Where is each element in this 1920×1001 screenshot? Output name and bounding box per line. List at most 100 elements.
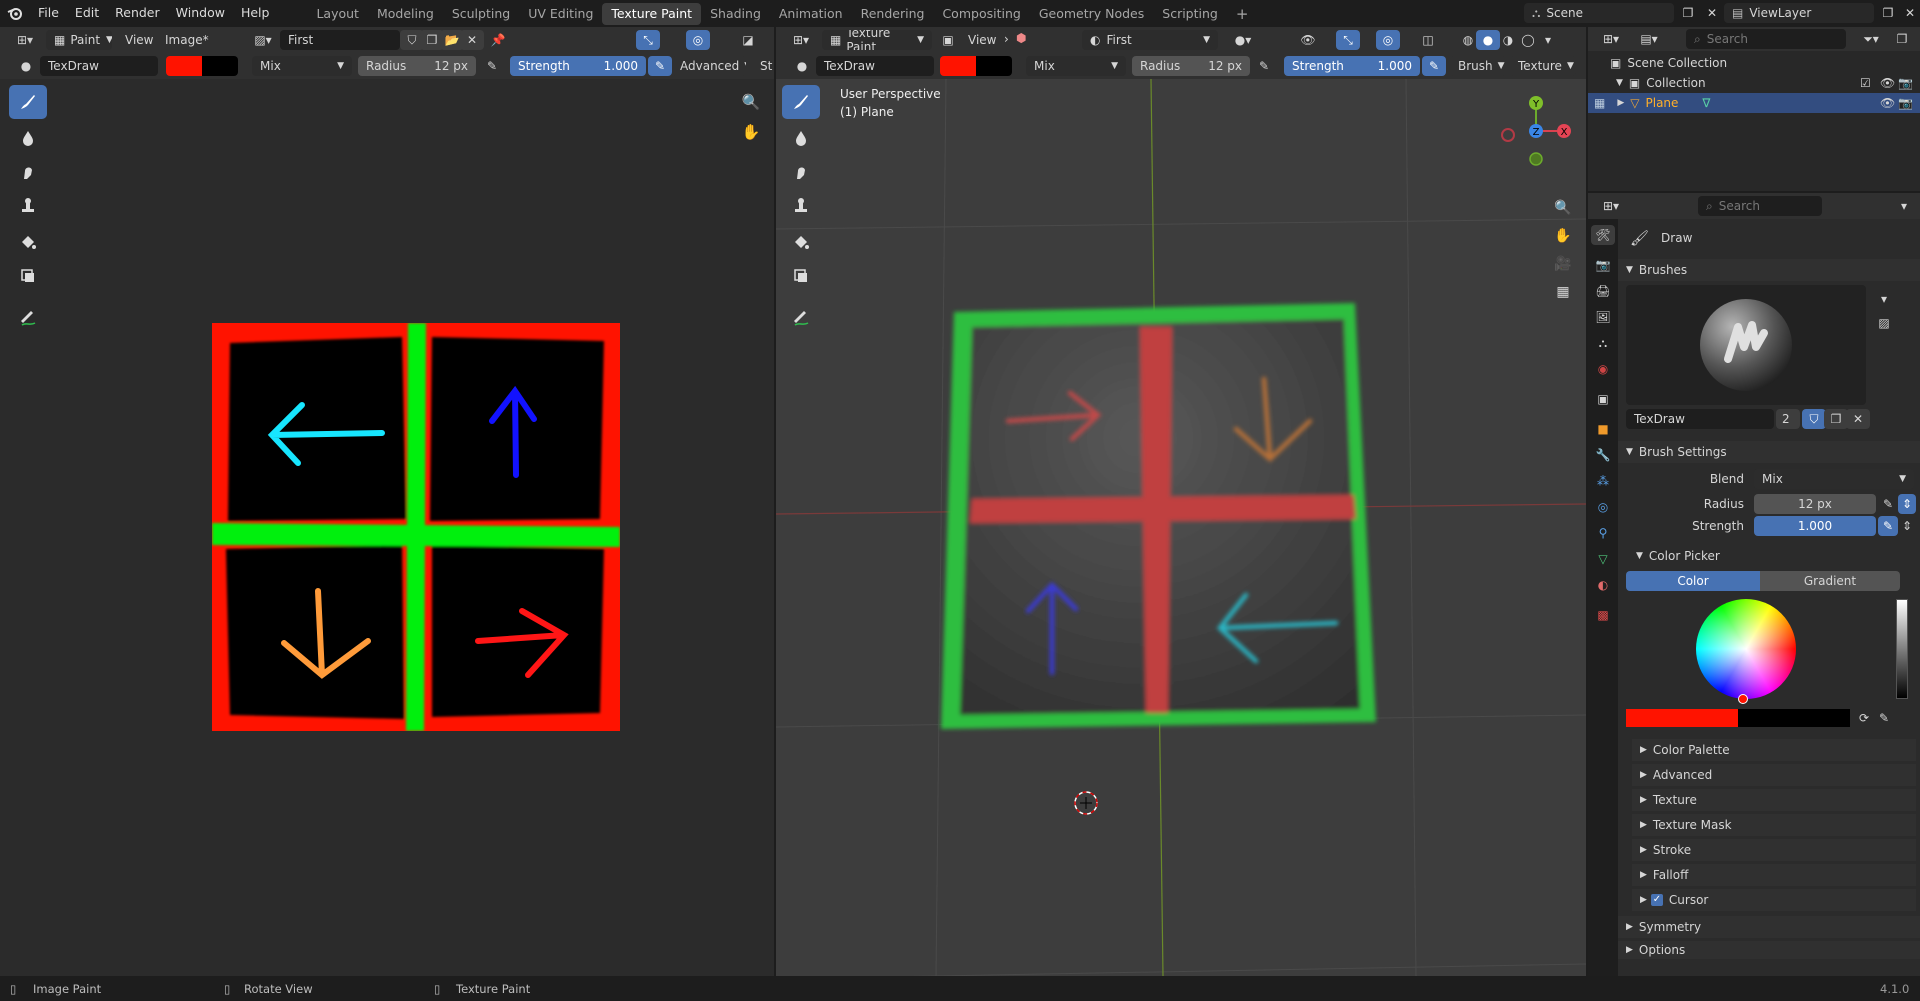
tab-tool-icon[interactable]: 🛠 (1591, 225, 1615, 245)
pan-hand-icon[interactable]: ✋ (738, 119, 764, 145)
properties-radius-unit-icon[interactable]: ⇕ (1898, 494, 1916, 514)
brush-duplicate-icon[interactable]: ❐ (1824, 409, 1848, 429)
gizmo-toggle-icon[interactable]: ⤡ (1336, 30, 1360, 50)
vp-tool-fill-button[interactable] (782, 225, 820, 259)
tab-shading[interactable]: Shading (701, 3, 770, 25)
brush-list-toggle-icon[interactable]: ▾ (1872, 289, 1896, 309)
brush-settings-panel-header[interactable]: ▼ Brush Settings (1618, 441, 1920, 463)
options-panel-header[interactable]: ▶ Options (1618, 941, 1920, 959)
tool-annotate-button[interactable] (9, 301, 47, 335)
menu-edit[interactable]: Edit (67, 0, 107, 26)
image-browse-icon[interactable]: ▨▾ (248, 30, 278, 50)
properties-strength-pressure-icon[interactable]: ✎ (1878, 516, 1898, 536)
tab-constraints-icon[interactable]: ⚲ (1591, 523, 1615, 543)
delete-scene-icon[interactable]: ✕ (1700, 3, 1724, 23)
color-wheel[interactable] (1696, 599, 1796, 704)
menu-file[interactable]: File (30, 0, 67, 26)
vp-tool-annotate-button[interactable] (782, 301, 820, 335)
menu-render[interactable]: Render (107, 0, 168, 26)
tab-collection-icon[interactable]: ▣ (1591, 389, 1615, 409)
image-strength-pressure-icon[interactable]: ✎ (648, 56, 672, 76)
plane-visibility-icon[interactable]: 👁 (1880, 96, 1895, 110)
overlays-toggle-icon[interactable]: ◎ (1376, 30, 1400, 50)
vp-tool-mask-button[interactable] (782, 259, 820, 293)
editor-type-icon[interactable]: ⊞▾ (8, 30, 42, 50)
vp-camera-icon[interactable]: 🎥 (1550, 251, 1576, 277)
tab-particles-icon[interactable]: ⁂ (1591, 471, 1615, 491)
tool-smear-button[interactable] (9, 155, 47, 189)
tab-output-icon[interactable]: 🖨 (1591, 281, 1615, 301)
texture-image[interactable] (212, 323, 620, 731)
cursor-checkbox-icon[interactable]: ✓ (1650, 894, 1663, 906)
image-stroke-cut-label[interactable]: St (760, 59, 772, 73)
properties-search-field[interactable]: ⌕ Search (1698, 196, 1822, 216)
uv-sync-icon[interactable]: ⤡ (636, 30, 660, 50)
image-radius-field[interactable]: Radius 12 px (358, 56, 476, 76)
tool-soften-button[interactable] (9, 121, 47, 155)
value-slider[interactable] (1896, 599, 1908, 699)
tab-sculpting[interactable]: Sculpting (443, 3, 519, 25)
tab-rendering[interactable]: Rendering (852, 3, 934, 25)
outliner-search-field[interactable]: ⌕ Search (1686, 29, 1846, 49)
unlink-image-icon[interactable]: ✕ (460, 30, 484, 50)
properties-blend-select[interactable]: Mix ▼ (1754, 469, 1914, 489)
image-radius-pressure-icon[interactable]: ✎ (480, 56, 504, 76)
image-name-field[interactable]: First (280, 30, 400, 50)
color-picker-panel-header[interactable]: ▼ Color Picker (1618, 545, 1920, 567)
plane-camera-icon[interactable]: 📷 (1898, 96, 1913, 110)
brushes-panel-header[interactable]: ▼ Brushes (1618, 259, 1920, 281)
section-cursor[interactable]: ▶ ✓ Cursor (1632, 889, 1916, 911)
image-secondary-color-swatch[interactable] (202, 56, 238, 76)
properties-strength-curve-icon[interactable]: ⇕ (1898, 516, 1916, 536)
navigation-gizmo[interactable]: Y X Z (1496, 83, 1576, 193)
add-workspace-button[interactable]: + (1227, 3, 1258, 25)
vp-zoom-icon[interactable]: 🔍 (1550, 195, 1576, 221)
tab-texture-paint[interactable]: Texture Paint (602, 3, 702, 25)
brush-datablock-name[interactable]: TexDraw (1626, 409, 1774, 429)
vp-pan-icon[interactable]: ✋ (1550, 223, 1576, 249)
color-wheel-cursor[interactable] (1738, 694, 1748, 704)
picker-primary-color-swatch[interactable] (1626, 709, 1738, 727)
vp-tool-draw-button[interactable] (782, 85, 820, 119)
gradient-mode-tab[interactable]: Gradient (1760, 571, 1900, 591)
tab-material-icon[interactable]: ◐ (1591, 575, 1615, 595)
outliner-display-mode-icon[interactable]: ▤▾ (1634, 29, 1664, 49)
vp-tool-soften-button[interactable] (782, 121, 820, 155)
section-color-palette[interactable]: ▶ Color Palette (1632, 739, 1916, 761)
brush-icon[interactable]: ● (14, 56, 38, 76)
section-falloff[interactable]: ▶ Falloff (1632, 864, 1916, 886)
record-dot-icon[interactable]: ●▾ (1228, 30, 1258, 50)
tool-draw-button[interactable] (9, 85, 47, 119)
tab-geometry-nodes[interactable]: Geometry Nodes (1030, 3, 1153, 25)
properties-radius-pressure-icon[interactable]: ✎ (1878, 494, 1898, 514)
outliner-row-plane[interactable]: ▦ ▶ ▽ Plane ∇ 👁 📷 (1588, 93, 1920, 113)
image-advanced-popover[interactable]: Advanced▼ (672, 56, 746, 76)
new-view-layer-icon[interactable]: ❐ (1876, 3, 1900, 23)
section-texture[interactable]: ▶ Texture (1632, 789, 1916, 811)
tab-scene-icon[interactable]: ⛬ (1591, 333, 1615, 353)
viewport-brush-icon[interactable]: ● (790, 56, 814, 76)
outliner-filter-icon[interactable]: ⏷▾ (1856, 29, 1886, 49)
swap-colors-icon[interactable]: ⟳ (1854, 708, 1874, 728)
brush-unlink-icon[interactable]: ✕ (1846, 409, 1870, 429)
collection-checkbox-icon[interactable]: ☑ (1860, 76, 1871, 90)
tool-mask-button[interactable] (9, 259, 47, 293)
color-pressure-icon[interactable]: ✎ (1874, 708, 1894, 728)
viewport-blend-select[interactable]: Mix ▼ (1026, 56, 1126, 76)
properties-options-icon[interactable]: ▾ (1892, 196, 1916, 216)
image-mode-select[interactable]: ▦ Paint ▼ (46, 30, 112, 50)
collection-visibility-icon[interactable]: 👁 (1880, 76, 1895, 90)
tab-object-icon[interactable]: ■ (1591, 419, 1615, 439)
image-strength-field[interactable]: Strength 1.000 (510, 56, 646, 76)
uv-map-select[interactable]: ◐ First ▼ (1082, 30, 1218, 50)
properties-editor-type-icon[interactable]: ⊞▾ (1596, 196, 1626, 216)
viewport-texture-popover[interactable]: Texture ▼ (1510, 56, 1576, 76)
paint-mask-icon[interactable]: ▣ (936, 30, 960, 50)
delete-view-layer-icon[interactable]: ✕ (1898, 3, 1920, 23)
viewport-primary-color-swatch[interactable] (940, 56, 976, 76)
image-brush-name-field[interactable]: TexDraw (40, 56, 158, 76)
visibility-icon[interactable]: 👁 (1296, 30, 1320, 50)
viewport-view-menu[interactable]: View (968, 33, 996, 47)
view-layer-selector[interactable]: ▤ ViewLayer (1724, 3, 1874, 23)
zoom-icon[interactable]: 🔍 (738, 89, 764, 115)
